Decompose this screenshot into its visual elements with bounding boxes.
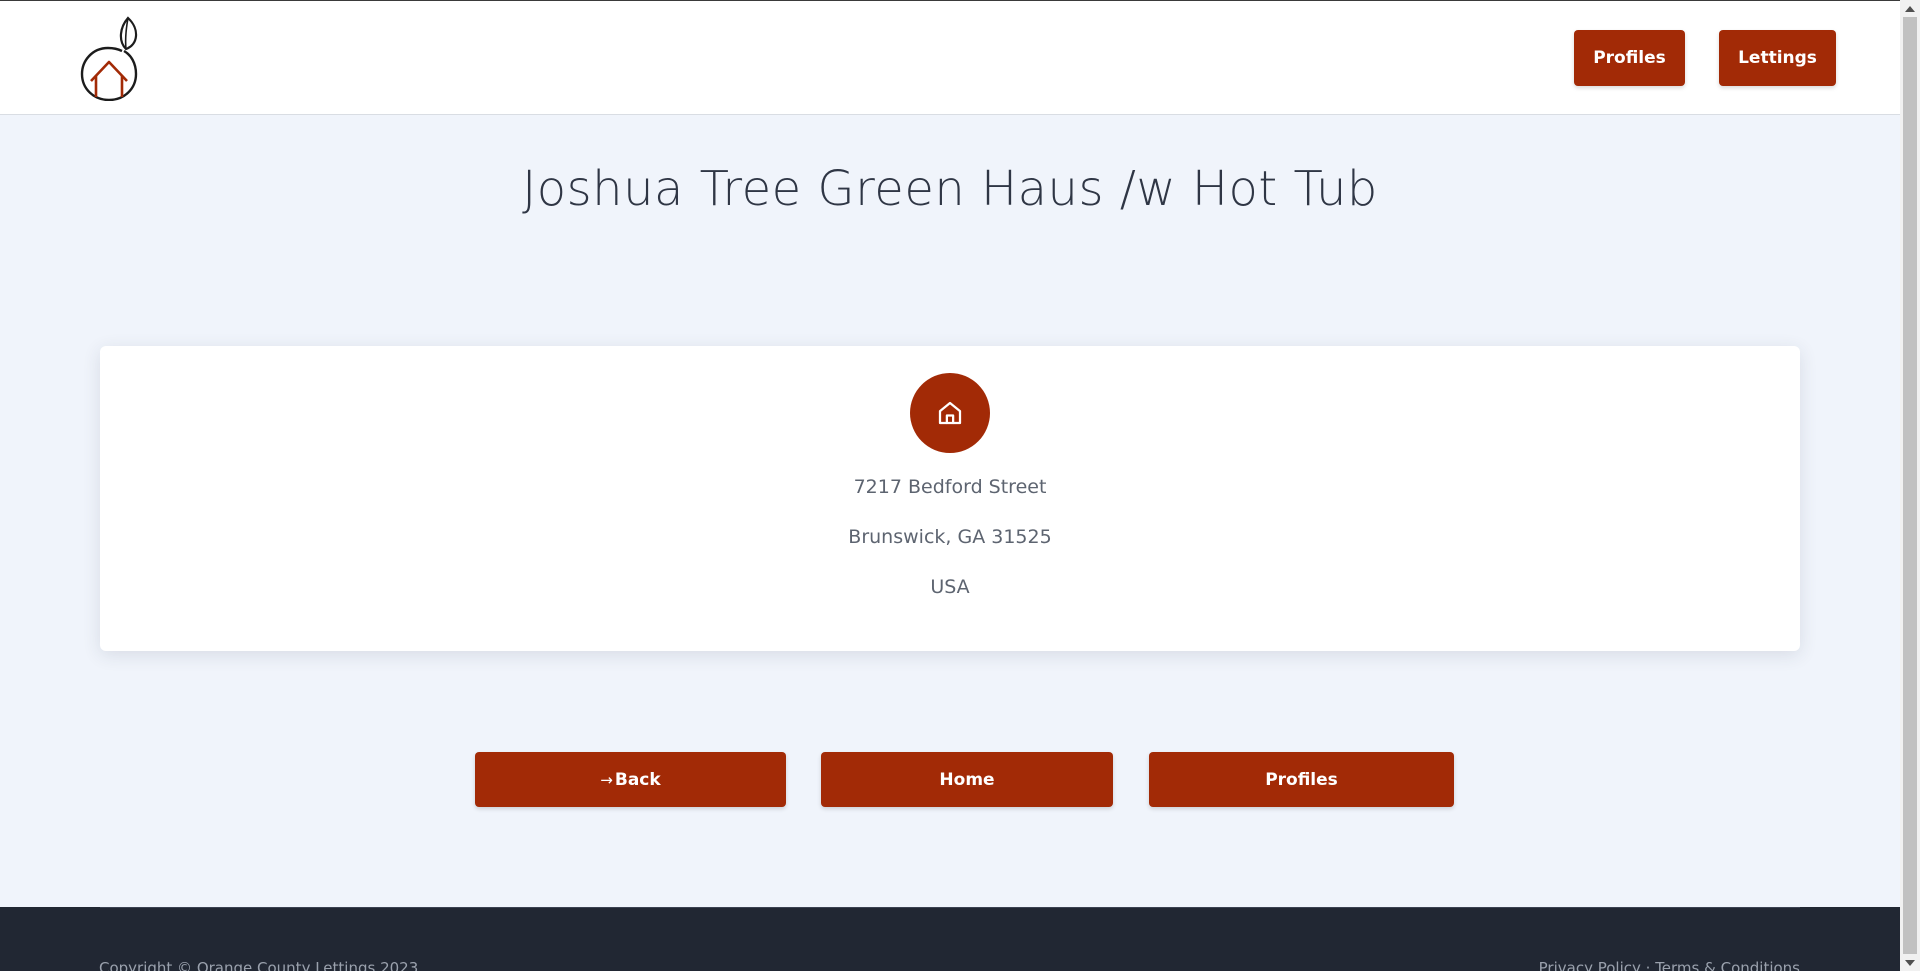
home-icon [910, 373, 990, 453]
footer-link-separator: · [1640, 959, 1656, 971]
scroll-down-arrow-icon[interactable] [1900, 954, 1920, 971]
back-button-label: Back [614, 769, 661, 790]
footer: Copyright © Orange County Lettings 2023 … [0, 907, 1900, 971]
nav-profiles-button[interactable]: Profiles [1574, 30, 1685, 86]
address-card: 7217 Bedford Street Brunswick, GA 31525 … [100, 346, 1800, 651]
page-viewport: Profiles Lettings Joshua Tree Green Haus… [0, 0, 1900, 971]
back-button[interactable]: → Back [475, 752, 786, 807]
nav-lettings-button[interactable]: Lettings [1719, 30, 1836, 86]
profiles-button[interactable]: Profiles [1149, 752, 1454, 807]
arrow-right-icon: → [600, 770, 613, 789]
page-title: Joshua Tree Green Haus /w Hot Tub [522, 161, 1378, 217]
profiles-button-label: Profiles [1265, 769, 1338, 790]
home-button[interactable]: Home [821, 752, 1113, 807]
vertical-scrollbar[interactable] [1900, 0, 1920, 971]
navbar: Profiles Lettings [0, 1, 1900, 115]
terms-conditions-link[interactable]: Terms & Conditions [1655, 959, 1800, 971]
footer-divider [100, 907, 1800, 908]
address-country: USA [930, 576, 970, 598]
scrollbar-thumb[interactable] [1903, 17, 1917, 954]
footer-links: Privacy Policy · Terms & Conditions [1539, 959, 1800, 971]
scroll-up-arrow-icon[interactable] [1900, 0, 1920, 17]
home-button-label: Home [939, 769, 995, 790]
address-city-line: Brunswick, GA 31525 [848, 526, 1052, 548]
copyright-text: Copyright © Orange County Lettings 2023 [99, 959, 419, 971]
orange-house-logo[interactable] [78, 15, 140, 102]
privacy-policy-link[interactable]: Privacy Policy [1539, 959, 1641, 971]
address-street: 7217 Bedford Street [853, 476, 1047, 498]
